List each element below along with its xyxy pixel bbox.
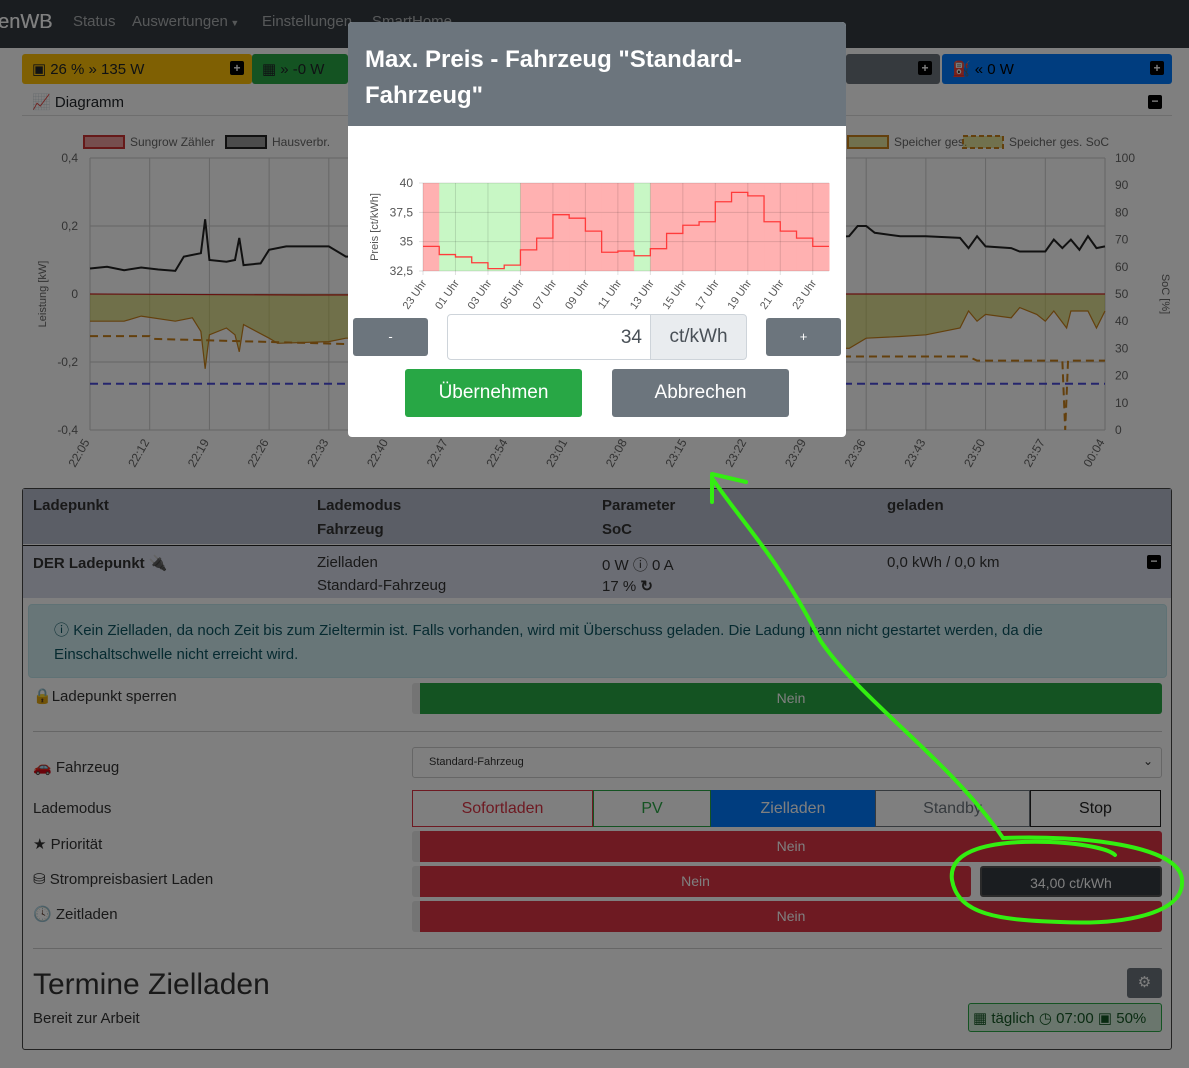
annotation-circle [949,835,1185,925]
annotation-arrow [710,476,1005,840]
annotation-overlay [710,472,1185,925]
